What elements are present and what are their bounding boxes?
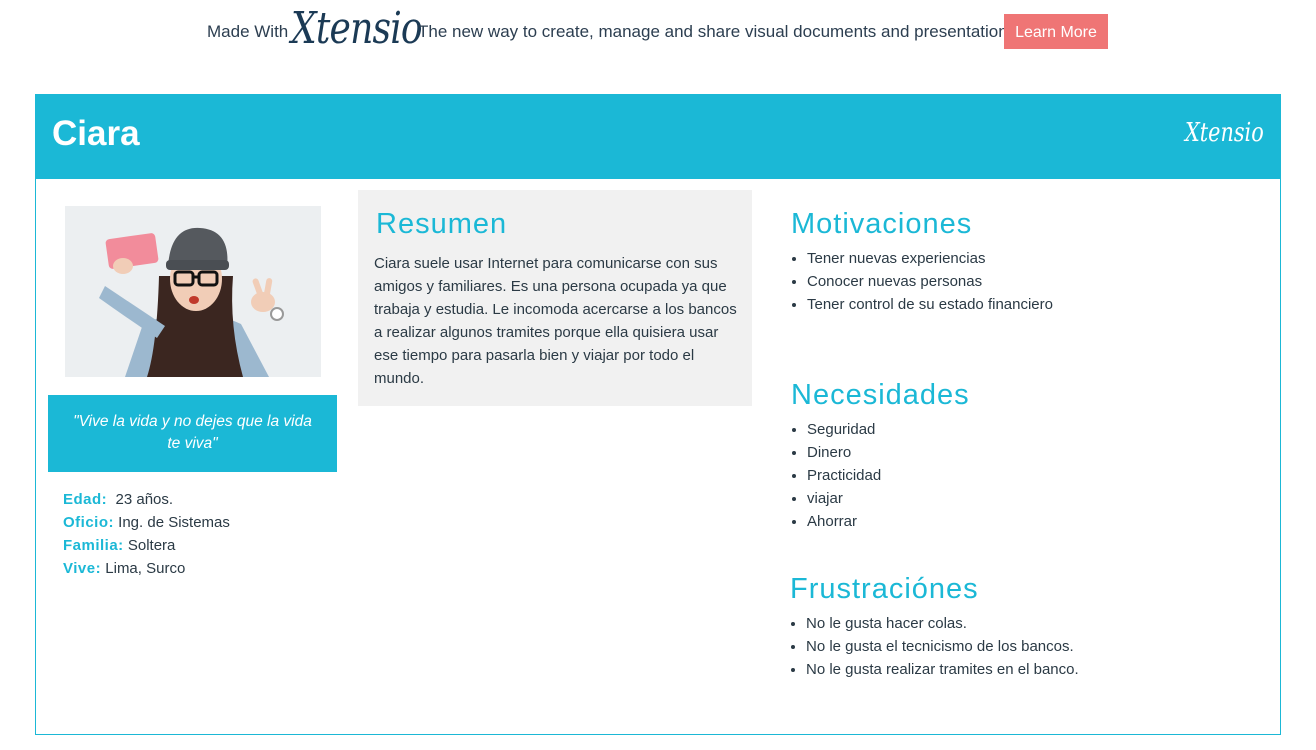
fact-value: 23 años. bbox=[115, 491, 174, 508]
motivaciones-list: Tener nuevas experiencias Conocer nuevas… bbox=[791, 247, 1053, 316]
list-item: Dinero bbox=[807, 441, 970, 464]
list-item: Conocer nuevas personas bbox=[807, 270, 1053, 293]
list-item: Practicidad bbox=[807, 464, 970, 487]
persona-card: Ciara Xtensio "Vive la vida y no dejes q… bbox=[35, 94, 1281, 735]
xtensio-logo[interactable]: Xtensio bbox=[291, 2, 423, 56]
persona-header: Ciara Xtensio bbox=[35, 94, 1281, 179]
frustraciones-section: Frustraciónes No le gusta hacer colas. N… bbox=[790, 573, 1079, 681]
list-item: No le gusta realizar tramites en el banc… bbox=[806, 658, 1079, 681]
fact-value: Ing. de Sistemas bbox=[118, 514, 230, 531]
persona-name: Ciara bbox=[52, 114, 140, 153]
learn-more-button[interactable]: Learn More bbox=[1004, 14, 1108, 49]
persona-photo bbox=[65, 206, 321, 377]
resumen-title: Resumen bbox=[376, 208, 508, 240]
xtensio-banner: Made With Xtensio The new way to create,… bbox=[0, 0, 1316, 62]
list-item: Tener control de su estado financiero bbox=[807, 293, 1053, 316]
necesidades-list: Seguridad Dinero Practicidad viajar Ahor… bbox=[791, 418, 970, 533]
fact-label: Oficio: bbox=[63, 514, 114, 531]
motivaciones-section: Motivaciones Tener nuevas experiencias C… bbox=[791, 208, 1053, 316]
resumen-text: Ciara suele usar Internet para comunicar… bbox=[374, 255, 737, 387]
list-item: viajar bbox=[807, 487, 970, 510]
fact-value: Soltera bbox=[127, 537, 176, 554]
fact-label: Vive: bbox=[63, 560, 102, 577]
frustraciones-list: No le gusta hacer colas. No le gusta el … bbox=[790, 612, 1079, 681]
fact-occupation: Oficio: Ing. de Sistemas bbox=[63, 511, 230, 534]
list-item: No le gusta hacer colas. bbox=[806, 612, 1079, 635]
persona-quote: "Vive la vida y no dejes que la vida te … bbox=[48, 395, 337, 472]
list-item: Seguridad bbox=[807, 418, 970, 441]
header-xtensio-logo: Xtensio bbox=[1185, 118, 1264, 148]
persona-facts: Edad: 23 años. Oficio: Ing. de Sistemas … bbox=[63, 488, 230, 580]
list-item: No le gusta el tecnicismo de los bancos. bbox=[806, 635, 1079, 658]
fact-label: Edad: bbox=[63, 491, 108, 508]
banner-tagline: The new way to create, manage and share … bbox=[418, 22, 1021, 41]
fact-age: Edad: 23 años. bbox=[63, 488, 230, 511]
fact-value: Lima, Surco bbox=[105, 560, 186, 577]
motivaciones-title: Motivaciones bbox=[791, 208, 973, 240]
fact-location: Vive: Lima, Surco bbox=[63, 557, 230, 580]
list-item: Tener nuevas experiencias bbox=[807, 247, 1053, 270]
list-item: Ahorrar bbox=[807, 510, 970, 533]
made-with-label: Made With bbox=[207, 22, 289, 41]
resumen-section: Resumen Ciara suele usar Internet para c… bbox=[358, 190, 752, 406]
frustraciones-title: Frustraciónes bbox=[790, 573, 979, 605]
fact-label: Familia: bbox=[63, 537, 124, 554]
necesidades-section: Necesidades Seguridad Dinero Practicidad… bbox=[791, 379, 970, 533]
necesidades-title: Necesidades bbox=[791, 379, 970, 411]
fact-family: Familia: Soltera bbox=[63, 534, 230, 557]
